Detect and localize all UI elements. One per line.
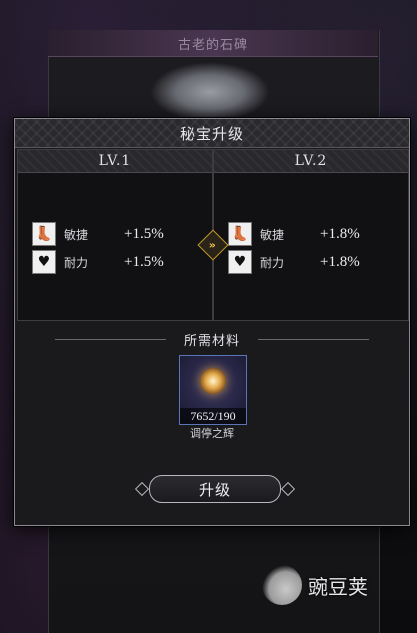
stat-name: 敏捷	[64, 227, 89, 242]
material-count: 7652/190	[180, 408, 246, 424]
divider-left	[55, 338, 166, 340]
double-chevron-right-icon: »	[209, 238, 217, 252]
materials-label: 所需材料	[184, 333, 241, 349]
next-level-label: LV.2	[214, 150, 408, 173]
divider-right	[258, 338, 370, 340]
heart-hand-icon: ♥	[228, 250, 252, 274]
boot-icon: 👢	[32, 222, 56, 246]
stat-row-agility: 👢 敏捷 +1.5%	[32, 222, 202, 246]
stat-value: +1.5%	[124, 253, 164, 270]
stat-row-agility: 👢 敏捷 +1.8%	[228, 222, 398, 246]
star-gem-icon	[200, 368, 226, 394]
upgrade-dialog: 秘宝升级 LV.1 👢 敏捷 +1.5% ♥ 耐力 +1.5% LV.2 👢 敏…	[14, 118, 410, 526]
watermark-text: 豌豆荚	[308, 574, 368, 599]
material-name: 调停之辉	[190, 427, 234, 440]
stat-value: +1.5%	[124, 225, 164, 242]
current-level-label: LV.1	[18, 150, 212, 173]
stat-name: 耐力	[260, 255, 285, 270]
stat-row-stamina: ♥ 耐力 +1.8%	[228, 250, 398, 274]
stat-row-stamina: ♥ 耐力 +1.5%	[32, 250, 202, 274]
background-panel-title: 古老的石碑	[48, 30, 378, 57]
stat-name: 敏捷	[260, 227, 285, 242]
button-decoration-left	[134, 481, 150, 497]
stat-value: +1.8%	[320, 225, 360, 242]
watermark: 豌豆荚	[262, 562, 392, 608]
background-panel-title-text: 古老的石碑	[177, 37, 248, 53]
background-relic-image	[150, 62, 270, 122]
boot-icon: 👢	[228, 222, 252, 246]
stat-name: 耐力	[64, 255, 89, 270]
stat-value: +1.8%	[320, 253, 360, 270]
dialog-title: 秘宝升级	[179, 124, 244, 143]
upgrade-button[interactable]: 升级	[149, 475, 281, 503]
heart-hand-icon: ♥	[32, 250, 56, 274]
wandoujia-logo-icon	[262, 565, 302, 605]
materials-header: 所需材料	[55, 329, 370, 349]
current-level-panel: LV.1 👢 敏捷 +1.5% ♥ 耐力 +1.5%	[17, 149, 213, 321]
material-slot[interactable]: 7652/190	[179, 355, 247, 425]
button-decoration-right	[280, 481, 296, 497]
dialog-header: 秘宝升级	[15, 119, 409, 148]
next-level-panel: LV.2 👢 敏捷 +1.8% ♥ 耐力 +1.8%	[213, 149, 409, 321]
